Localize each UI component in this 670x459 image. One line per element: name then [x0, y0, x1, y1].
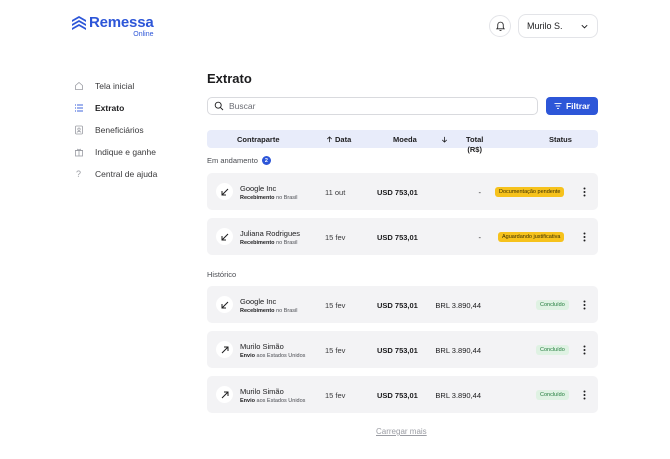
brand-sub: Online	[133, 31, 154, 38]
sort-arrow-down-icon[interactable]	[441, 136, 448, 145]
row-date: 15 fev	[325, 301, 346, 310]
sidebar-item-label: Extrato	[95, 103, 125, 113]
counterpart-desc: Recebimento no Brasil	[240, 308, 298, 314]
row-date: 15 fev	[325, 346, 346, 355]
sidebar-item-label: Tela inicial	[95, 81, 135, 91]
user-name: Murilo S.	[527, 21, 563, 31]
counterpart-name: Google Inc	[240, 184, 277, 193]
gift-icon	[73, 147, 84, 158]
group-in-progress: Em andamento 2	[207, 156, 271, 165]
notifications-button[interactable]	[489, 15, 511, 37]
row-amount: USD 753,01	[377, 346, 418, 355]
arrow-down-left-icon	[216, 183, 233, 200]
filter-label: Filtrar	[565, 101, 591, 111]
more-options-icon[interactable]	[579, 298, 589, 312]
home-icon	[73, 81, 84, 92]
counterpart-name: Murilo Simão	[240, 342, 284, 351]
status-badge: Documentação pendente	[495, 187, 565, 197]
table-row[interactable]: Juliana Rodrigues Recebimento no Brasil …	[207, 218, 598, 255]
arrow-down-left-icon	[216, 228, 233, 245]
contact-icon	[73, 125, 84, 136]
table-row[interactable]: Google Inc Recebimento no Brasil 11 out …	[207, 173, 598, 210]
row-total: -	[478, 233, 482, 242]
brand-logo[interactable]: Remessa Online	[72, 14, 154, 38]
more-options-icon[interactable]	[579, 388, 589, 402]
remessa-logo-icon	[72, 16, 86, 30]
search-icon	[214, 101, 224, 111]
brand-name: Remessa	[89, 14, 154, 31]
column-counterpart[interactable]: Contraparte	[237, 135, 280, 144]
group-label: Em andamento	[207, 156, 258, 165]
table-header: Contraparte Data Moeda Total (R$) Status	[207, 130, 598, 154]
table-row[interactable]: Murilo Simão Envio aos Estados Unidos 15…	[207, 331, 598, 368]
row-date: 15 fev	[325, 233, 346, 242]
sidebar-item-statement[interactable]: Extrato	[73, 97, 157, 119]
count-badge: 2	[261, 156, 271, 165]
filter-icon	[554, 103, 562, 109]
arrow-up-right-icon	[216, 341, 233, 358]
row-total: BRL 3.890,44	[435, 301, 481, 310]
sort-arrow-up-icon	[327, 136, 332, 143]
group-label: Histórico	[207, 270, 237, 279]
sidebar-item-label: Indique e ganhe	[95, 147, 156, 157]
row-total: -	[478, 188, 482, 197]
column-total-label: Total	[466, 135, 484, 144]
counterpart-desc: Recebimento no Brasil	[240, 240, 298, 246]
column-date-label: Data	[335, 135, 352, 144]
sidebar-nav: Tela inicial Extrato Beneficiários Indiq…	[73, 75, 157, 185]
arrow-up-right-icon	[216, 386, 233, 403]
counterpart-desc: Recebimento no Brasil	[240, 195, 298, 201]
status-badge: Aguardando justificativa	[498, 232, 565, 242]
row-amount: USD 753,01	[377, 188, 418, 197]
more-options-icon[interactable]	[579, 230, 589, 244]
row-date: 15 fev	[325, 391, 346, 400]
counterpart-desc: Envio aos Estados Unidos	[240, 398, 306, 404]
page-title: Extrato	[207, 71, 252, 86]
search-input[interactable]	[229, 101, 529, 111]
chevron-down-icon	[581, 24, 588, 28]
search-box[interactable]	[207, 97, 538, 115]
table-row[interactable]: Murilo Simão Envio aos Estados Unidos 15…	[207, 376, 598, 413]
row-total: BRL 3.890,44	[435, 346, 481, 355]
counterpart-name: Juliana Rodrigues	[240, 229, 301, 238]
filter-button[interactable]: Filtrar	[546, 97, 598, 115]
column-status[interactable]: Status	[549, 135, 572, 144]
sidebar-item-help[interactable]: ? Central de ajuda	[73, 163, 157, 185]
column-date[interactable]: Data	[326, 135, 351, 144]
status-badge: Concluído	[536, 300, 569, 310]
table-row[interactable]: Google Inc Recebimento no Brasil 15 fev …	[207, 286, 598, 323]
column-total-unit: (R$)	[467, 145, 482, 154]
sidebar-item-label: Central de ajuda	[95, 169, 158, 179]
row-amount: USD 753,01	[377, 391, 418, 400]
counterpart-desc: Envio aos Estados Unidos	[240, 353, 306, 359]
list-icon	[73, 103, 84, 114]
counterpart-name: Murilo Simão	[240, 387, 284, 396]
status-badge: Concluído	[536, 390, 569, 400]
user-menu-button[interactable]: Murilo S.	[518, 14, 598, 38]
arrow-down-left-icon	[216, 296, 233, 313]
sidebar-item-home[interactable]: Tela inicial	[73, 75, 157, 97]
row-total: BRL 3.890,44	[435, 391, 481, 400]
counterpart-name: Google Inc	[240, 297, 277, 306]
sidebar-item-referral[interactable]: Indique e ganhe	[73, 141, 157, 163]
help-icon: ?	[75, 169, 81, 179]
row-date: 11 out	[325, 188, 346, 197]
sidebar-item-beneficiaries[interactable]: Beneficiários	[73, 119, 157, 141]
column-currency[interactable]: Moeda	[393, 135, 417, 144]
status-badge: Concluído	[536, 345, 569, 355]
row-amount: USD 753,01	[377, 233, 418, 242]
sidebar-item-label: Beneficiários	[95, 125, 144, 135]
more-options-icon[interactable]	[579, 343, 589, 357]
load-more-link[interactable]: Carregar mais	[376, 427, 427, 436]
row-amount: USD 753,01	[377, 301, 418, 310]
column-total[interactable]: Total (R$)	[466, 135, 483, 155]
bell-icon	[495, 21, 505, 31]
more-options-icon[interactable]	[579, 185, 589, 199]
group-history: Histórico	[207, 270, 236, 279]
